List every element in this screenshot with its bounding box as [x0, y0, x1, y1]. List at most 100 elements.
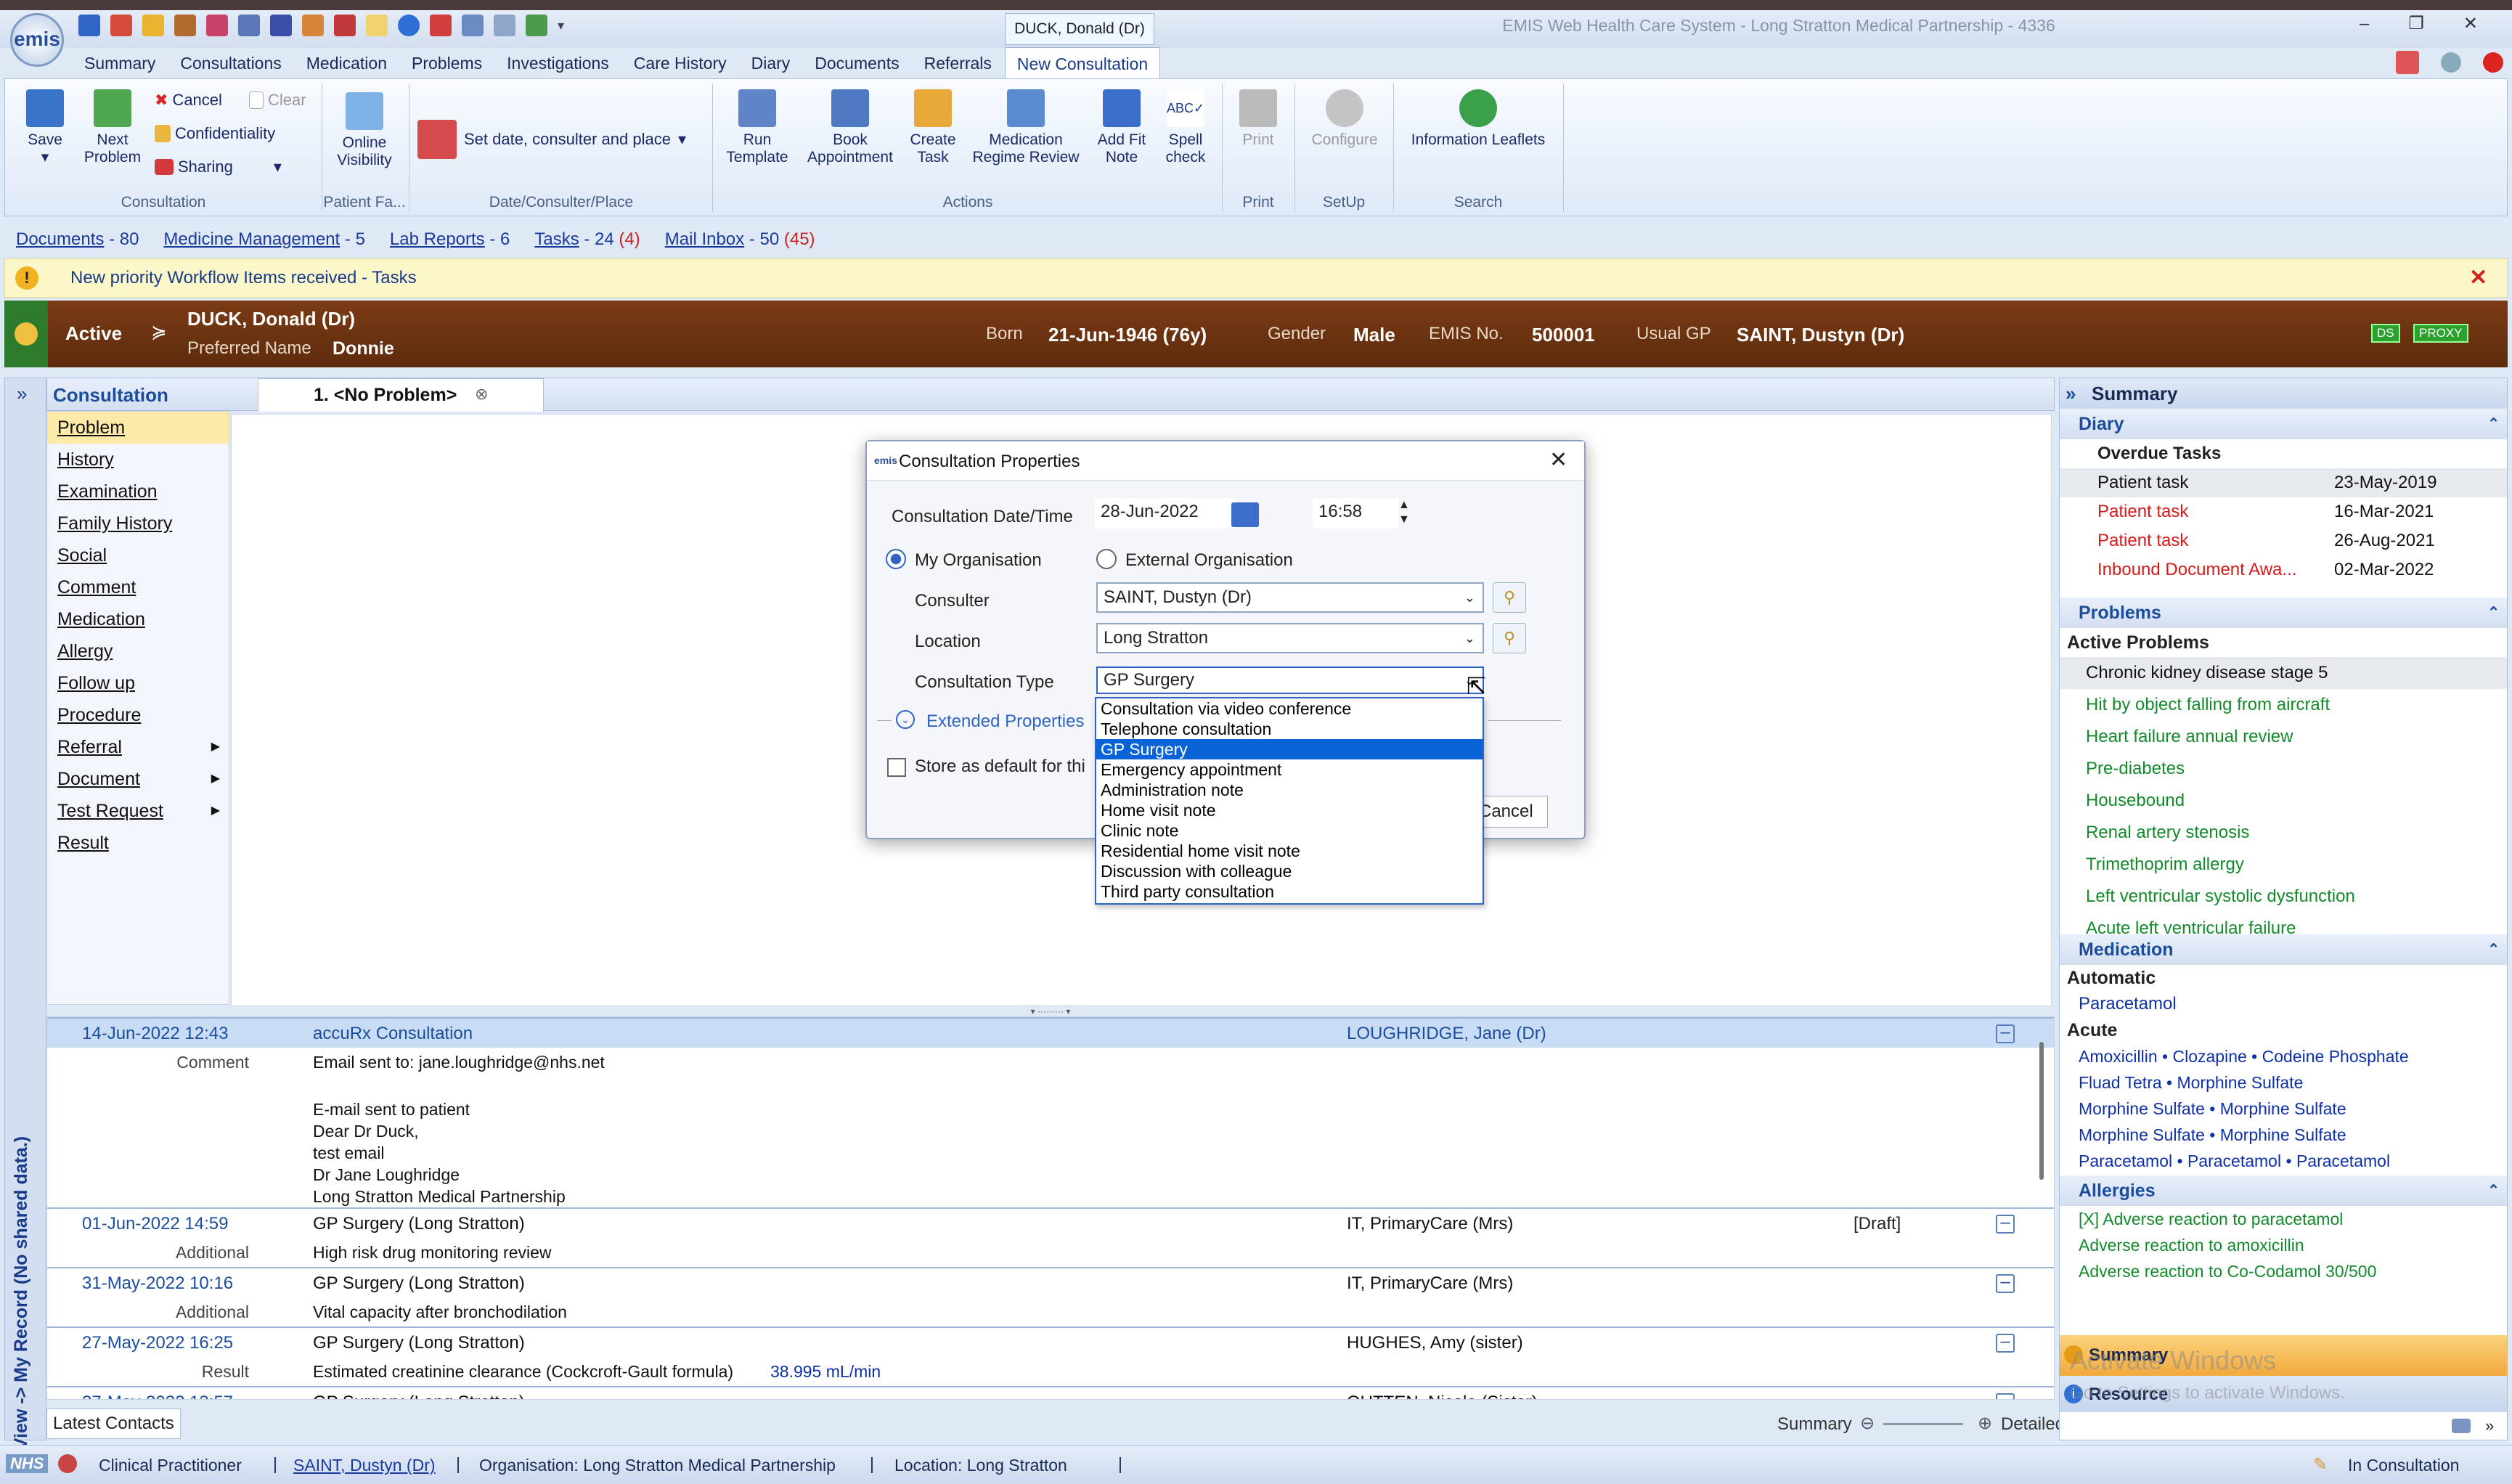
close-window-icon[interactable]: ✕ — [2463, 13, 2478, 34]
acute-medication-item[interactable]: Morphine Sulfate — [2079, 1125, 2205, 1144]
collapse-entry-icon[interactable]: – — [1996, 1024, 2015, 1043]
nav-problem[interactable]: Problem — [47, 412, 229, 444]
create-task-button[interactable]: Create Task — [900, 89, 966, 166]
info-icon[interactable] — [398, 15, 420, 36]
problem-item[interactable]: Acute left ventricular failure — [2060, 913, 2507, 934]
maximize-icon[interactable]: ❐ — [2408, 13, 2424, 34]
consultation-type-option[interactable]: Telephone consultation — [1096, 719, 1483, 739]
time-spinner-icon[interactable]: ▲ ▼ — [1398, 498, 1410, 527]
view-my-record-label[interactable]: View -> My Record (No shared data.) — [11, 1112, 32, 1475]
tab-summary[interactable]: Summary — [73, 47, 167, 79]
latest-contacts-tab[interactable]: Latest Contacts — [46, 1408, 181, 1439]
dialog-close-icon[interactable]: ✕ — [1549, 447, 1567, 473]
calendar-icon[interactable] — [238, 15, 260, 36]
consultation-type-option[interactable]: Residential home visit note — [1096, 841, 1483, 861]
consultation-type-option[interactable]: Home visit note — [1096, 800, 1483, 820]
print-button[interactable]: Print — [1225, 89, 1292, 149]
mail-inbox-link[interactable]: Mail Inbox - 50 (45) — [665, 229, 815, 250]
run-template-button[interactable]: Run Template — [714, 89, 801, 166]
location-select[interactable]: Long Stratton ⌄ — [1096, 623, 1484, 653]
diary-row[interactable]: Patient task 23-May-2019 — [2060, 468, 2507, 497]
collapse-entry-icon[interactable]: – — [1996, 1393, 2015, 1399]
acute-medication-item[interactable]: Morphine Sulfate — [2177, 1073, 2303, 1092]
problem-item[interactable]: Left ventricular systolic dysfunction — [2060, 881, 2507, 913]
problem-tab[interactable]: 1. <No Problem> ⊗ — [258, 378, 544, 412]
home-icon[interactable] — [110, 15, 132, 36]
diary-header[interactable]: Diary ⌃ — [2060, 409, 2507, 439]
set-date-consulter-place-button[interactable]: Set date, consulter and place ▾ — [417, 120, 686, 159]
acute-medication-item[interactable]: Morphine Sulfate — [2079, 1099, 2205, 1118]
confidentiality-button[interactable]: Confidentiality — [155, 124, 275, 143]
proxy-badge[interactable]: PROXY — [2413, 324, 2468, 343]
current-user[interactable]: SAINT, Dustyn (Dr) — [293, 1456, 436, 1475]
window-icon[interactable] — [494, 15, 515, 36]
patient-context-tab[interactable]: DUCK, Donald (Dr) — [1005, 13, 1154, 45]
problem-item[interactable]: Pre-diabetes — [2060, 753, 2507, 785]
patient-status[interactable]: Active — [65, 322, 122, 345]
problem-item[interactable]: Hit by object falling from aircraft — [2060, 689, 2507, 721]
time-input[interactable]: 16:58 — [1313, 498, 1398, 529]
nav-social[interactable]: Social — [47, 539, 229, 571]
sharing-button[interactable]: Sharing ▾ — [155, 158, 282, 176]
cancel-button[interactable]: ✖ Cancel — [155, 91, 222, 110]
collapse-entry-icon[interactable]: – — [1996, 1273, 2015, 1293]
allergy-item[interactable]: Adverse reaction to Co-Codamol 30/500 — [2060, 1258, 2507, 1284]
panel-layout-icon[interactable] — [2452, 1419, 2471, 1433]
clear-button[interactable]: Clear — [249, 91, 306, 110]
consulter-search-icon[interactable]: ⚲ — [1493, 582, 1526, 613]
people-icon[interactable] — [302, 15, 324, 36]
spell-check-button[interactable]: ABC✓ Spell check — [1152, 89, 1219, 166]
documents-link[interactable]: Documents - 80 — [16, 229, 139, 250]
acute-medication-item[interactable]: Amoxicillin — [2079, 1047, 2158, 1066]
allergy-item[interactable]: Adverse reaction to amoxicillin — [2060, 1232, 2507, 1258]
link-icon[interactable] — [462, 15, 484, 36]
emis-logo[interactable]: emis — [10, 13, 64, 67]
panel-expand-icon[interactable]: » — [2485, 1416, 2494, 1435]
nav-referral[interactable]: Referral ▶ — [47, 731, 229, 763]
acute-medication-item[interactable]: Morphine Sulfate — [2220, 1125, 2346, 1144]
customize-arrow-icon[interactable]: ▾ — [558, 18, 564, 33]
close-alert-icon[interactable]: ✕ — [2469, 265, 2487, 290]
tab-investigations[interactable]: Investigations — [495, 47, 621, 79]
date-input[interactable]: 28-Jun-2022 — [1095, 498, 1237, 529]
history-scrollbar[interactable] — [2039, 1042, 2044, 1180]
consultation-type-option[interactable]: Discussion with colleague — [1096, 861, 1483, 881]
information-leaflets-button[interactable]: Information Leaflets — [1396, 89, 1560, 149]
calendar-picker-icon[interactable] — [1231, 502, 1259, 527]
pen-icon[interactable] — [430, 15, 452, 36]
zoom-plus-icon[interactable]: ⊕ — [1978, 1413, 1992, 1434]
nav-examination[interactable]: Examination — [47, 476, 229, 507]
medication-header[interactable]: Medication ⌃ — [2060, 934, 2507, 965]
extended-properties-link[interactable]: Extended Properties — [926, 712, 1084, 732]
collapse-entry-icon[interactable]: – — [1996, 1214, 2015, 1234]
nav-procedure[interactable]: Procedure — [47, 699, 229, 731]
diary-row[interactable]: Patient task 16-Mar-2021 — [2060, 497, 2507, 526]
diary-row[interactable]: Patient task 26-Aug-2021 — [2060, 526, 2507, 555]
problem-item[interactable]: Chronic kidney disease stage 5 — [2060, 657, 2507, 689]
status-dropdown-icon[interactable]: ≽ — [151, 321, 167, 343]
acute-medication-item[interactable]: Paracetamol — [2187, 1151, 2281, 1170]
extended-properties-expand-icon[interactable]: ⌄ — [896, 710, 915, 729]
medication-regime-review-button[interactable]: Medication Regime Review — [966, 89, 1085, 166]
history-entry-header[interactable]: 31-May-2022 10:16 GP Surgery (Long Stratt… — [47, 1267, 2054, 1297]
consultation-type-option[interactable]: Administration note — [1096, 780, 1483, 800]
add-fit-note-button[interactable]: Add Fit Note — [1087, 89, 1157, 166]
tab-medication[interactable]: Medication — [295, 47, 399, 79]
problem-item[interactable]: Trimethoprim allergy — [2060, 849, 2507, 881]
acute-medication-item[interactable]: Fluad Tetra — [2079, 1073, 2162, 1092]
nav-history[interactable]: History — [47, 444, 229, 476]
book-icon[interactable] — [206, 15, 228, 36]
store-default-checkbox[interactable] — [887, 758, 906, 777]
pencil-icon[interactable] — [142, 15, 164, 36]
acute-medication-item[interactable]: Paracetamol — [2296, 1151, 2390, 1170]
consultation-type-option[interactable]: Clinic note — [1096, 820, 1483, 841]
minimize-icon[interactable]: – — [2360, 14, 2369, 34]
nav-comment[interactable]: Comment — [47, 571, 229, 603]
table-icon[interactable] — [526, 15, 547, 36]
consulter-select[interactable]: SAINT, Dustyn (Dr) ⌄ — [1096, 582, 1484, 613]
online-visibility-button[interactable]: Online Visibility — [325, 92, 404, 169]
consultation-type-option[interactable]: GP Surgery — [1096, 739, 1483, 759]
consultation-type-option[interactable]: Third party consultation — [1096, 881, 1483, 902]
acute-medication-item[interactable]: Codeine Phosphate — [2262, 1047, 2409, 1066]
configure-button[interactable]: Configure — [1297, 89, 1392, 149]
